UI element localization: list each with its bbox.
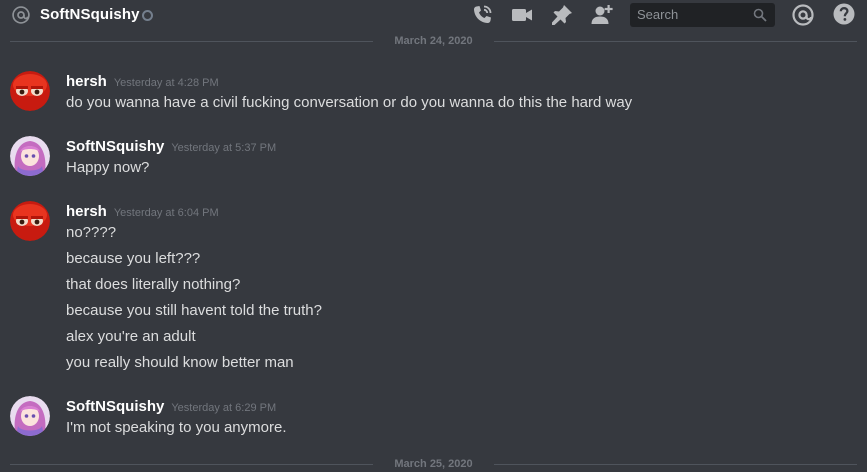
message-text: that does literally nothing? bbox=[66, 276, 241, 293]
message-text: because you left??? bbox=[66, 250, 201, 267]
author-name[interactable]: SoftNSquishy bbox=[66, 138, 164, 155]
message-timestamp: Yesterday at 6:29 PM bbox=[171, 402, 277, 414]
date-divider: March 25, 2020 bbox=[10, 458, 857, 472]
at-sign-icon bbox=[12, 6, 30, 24]
channel-name: SoftNSquishy bbox=[40, 6, 140, 23]
message-text: Happy now? bbox=[66, 159, 150, 176]
add-friend-icon[interactable] bbox=[590, 3, 614, 27]
search-icon bbox=[753, 8, 767, 22]
author-name[interactable]: hersh bbox=[66, 73, 107, 90]
mentions-icon[interactable] bbox=[791, 3, 815, 27]
offline-status-icon bbox=[142, 10, 153, 21]
date-divider-label: March 24, 2020 bbox=[388, 35, 479, 47]
message-text: you really should know better man bbox=[66, 354, 294, 371]
avatar[interactable] bbox=[10, 396, 50, 436]
message-text: I'm not speaking to you anymore. bbox=[66, 419, 287, 436]
avatar[interactable] bbox=[10, 201, 50, 241]
search-placeholder: Search bbox=[637, 7, 679, 22]
search-input[interactable]: Search bbox=[630, 3, 775, 27]
avatar[interactable] bbox=[10, 136, 50, 176]
call-icon[interactable] bbox=[470, 3, 494, 27]
video-call-icon[interactable] bbox=[510, 3, 534, 27]
avatar[interactable] bbox=[10, 71, 50, 111]
message-timestamp: Yesterday at 4:28 PM bbox=[113, 77, 219, 89]
message-timestamp: Yesterday at 5:37 PM bbox=[171, 142, 277, 154]
channel-header: SoftNSquishy Search bbox=[0, 0, 867, 30]
author-name[interactable]: hersh bbox=[66, 203, 107, 220]
date-divider-label: March 25, 2020 bbox=[388, 458, 479, 470]
message-text: because you still havent told the truth? bbox=[66, 302, 322, 319]
author-name[interactable]: SoftNSquishy bbox=[66, 398, 164, 415]
help-icon[interactable] bbox=[833, 3, 855, 25]
message-timestamp: Yesterday at 6:04 PM bbox=[113, 207, 219, 219]
date-divider: March 24, 2020 bbox=[10, 35, 857, 49]
message-text: no???? bbox=[66, 224, 117, 241]
message-text: alex you're an adult bbox=[66, 328, 196, 345]
pin-icon[interactable] bbox=[550, 3, 574, 27]
message-text: do you wanna have a civil fucking conver… bbox=[66, 94, 633, 111]
